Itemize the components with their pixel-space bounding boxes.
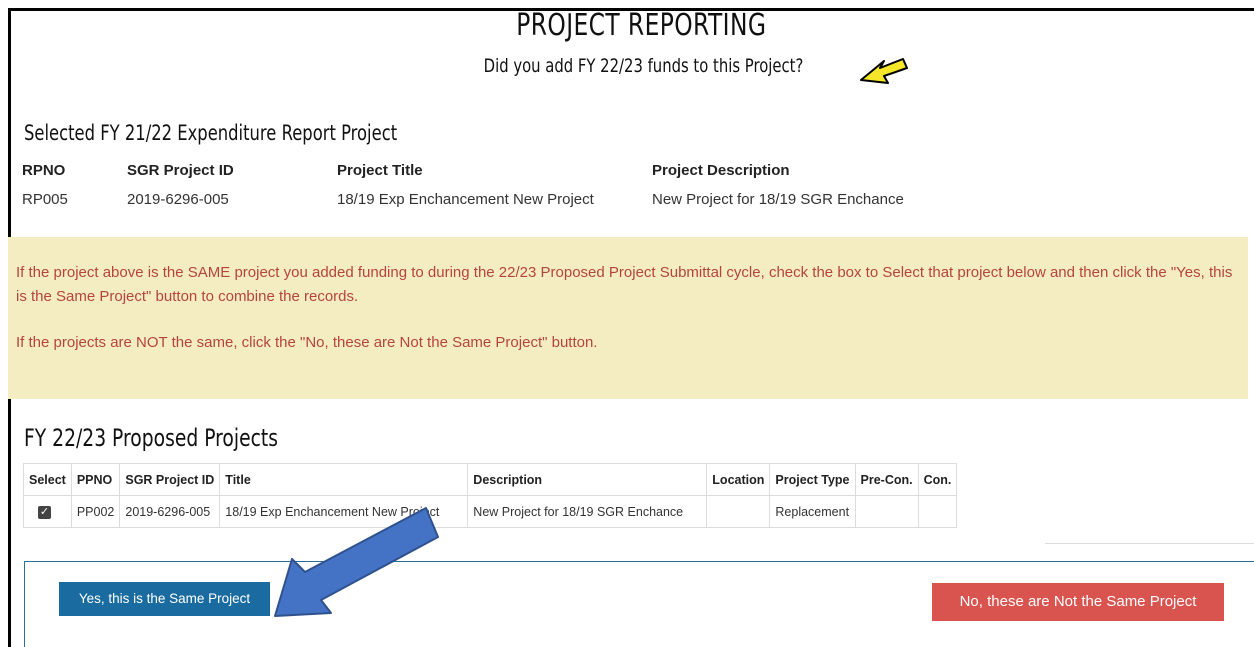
annotation-overlay [274, 58, 908, 617]
yellow-arrow-icon [860, 58, 908, 84]
blue-arrow-icon [274, 507, 439, 617]
